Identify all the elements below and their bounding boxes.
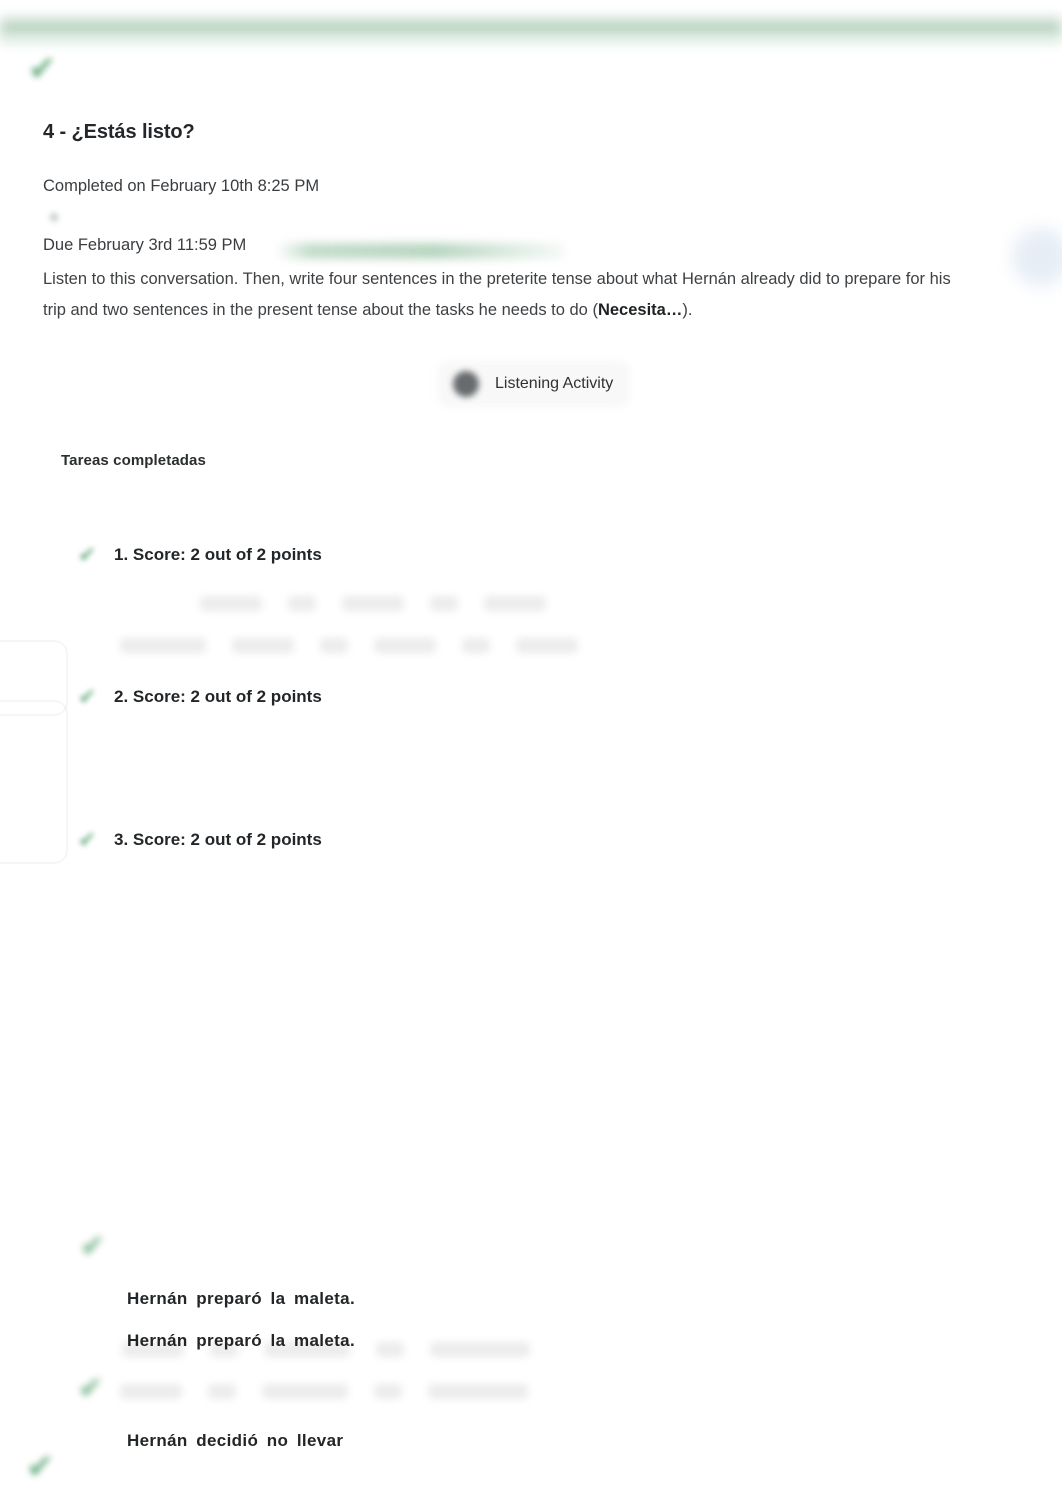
prompt-text-emphasis: Necesita…: [597, 301, 683, 319]
task-row[interactable]: ✔ 3. Score: 2 out of 2 points: [78, 829, 322, 851]
checkmark-icon: ✔: [78, 1372, 104, 1405]
task-score-label: 1. Score: 2 out of 2 points: [114, 545, 322, 564]
blurred-green-text-band: [275, 243, 565, 259]
assignment-page: ✔ ● ✔ ✔ ✔ 4 - ¿Estás listo? Completed on…: [0, 0, 1062, 1506]
blurred-text-row: [200, 596, 572, 611]
blurred-text-row: [122, 1342, 556, 1357]
assignment-prompt: Listen to this conversation. Then, write…: [43, 264, 975, 326]
answer-sentence: Hernán preparó la maleta.: [127, 1289, 356, 1308]
due-timestamp: Due February 3rd 11:59 PM: [43, 236, 247, 254]
card-frame-left-secondary: [0, 700, 68, 864]
checkmark-icon: ✔: [26, 1448, 55, 1486]
top-accent-bar-shadow: [0, 36, 1062, 50]
green-check-icon: ✔: [78, 542, 97, 567]
prompt-text-before: Listen to this conversation. Then, write…: [43, 270, 951, 319]
listening-activity-button[interactable]: Listening Activity: [438, 361, 630, 407]
completed-timestamp: Completed on February 10th 8:25 PM: [43, 177, 320, 195]
blurred-text-row: [120, 638, 604, 653]
prompt-text-after: ).: [682, 301, 693, 319]
green-check-icon: ✔: [78, 684, 97, 709]
audio-speaker-icon[interactable]: [453, 371, 479, 397]
checkmark-icon: ✔: [28, 50, 57, 88]
tasks-section-heading: Tareas completadas: [61, 452, 206, 469]
decorative-blob-right: [1012, 228, 1062, 286]
green-check-icon: ✔: [78, 827, 97, 852]
dot-icon: ●: [48, 206, 61, 228]
task-row[interactable]: ✔ 1. Score: 2 out of 2 points: [78, 544, 322, 566]
task-row[interactable]: ✔ 2. Score: 2 out of 2 points: [78, 686, 322, 708]
page-title: 4 - ¿Estás listo?: [43, 121, 195, 143]
task-score-label: 2. Score: 2 out of 2 points: [114, 687, 322, 706]
listening-activity-label: Listening Activity: [495, 375, 614, 392]
answer-sentence: Hernán decidió no llevar: [127, 1431, 344, 1450]
blurred-text-row: [120, 1384, 554, 1399]
task-score-label: 3. Score: 2 out of 2 points: [114, 830, 322, 849]
checkmark-icon: ✔: [80, 1230, 106, 1263]
